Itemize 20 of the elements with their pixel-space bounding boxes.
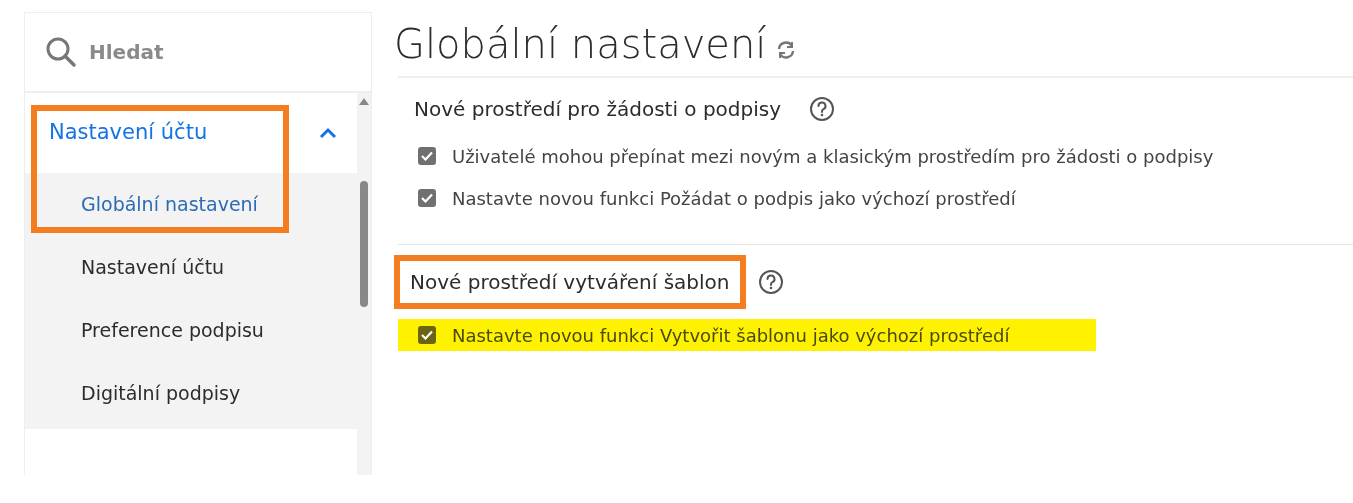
section-heading: Nové prostředí pro žádosti o podpisy — [413, 96, 783, 123]
section-heading: Nové prostředí vytváření šablon — [394, 255, 746, 309]
option-label: Uživatelé mohou přepínat mezi novým a klasickým prostředím pro žádosti o podpisy — [452, 144, 1214, 169]
scrollbar-thumb[interactable] — [360, 181, 368, 307]
search-icon — [45, 36, 77, 68]
nav-item[interactable]: Digitální podpisy — [25, 362, 357, 425]
page-title: Globální nastavení — [394, 24, 767, 64]
help-icon[interactable] — [757, 269, 784, 295]
nav-item[interactable]: Nastavení účtu — [25, 236, 357, 299]
scroll-up-icon[interactable] — [359, 97, 369, 105]
refresh-icon[interactable] — [776, 40, 797, 60]
checkbox[interactable] — [418, 189, 436, 207]
nav-item[interactable]: Preference podpisu — [25, 299, 357, 362]
checkbox[interactable] — [418, 326, 436, 344]
option-label: Nastavte novou funkci Vytvořit šablonu jako výchozí prostředí — [452, 323, 1010, 348]
help-icon[interactable] — [809, 96, 836, 122]
option-label: Nastavte novou funkci Požádat o podpis jako výchozí prostředí — [452, 186, 1016, 211]
checkbox[interactable] — [418, 147, 436, 165]
nav-item[interactable]: Globální nastavení — [25, 173, 357, 236]
search-field[interactable]: Hledat — [89, 37, 289, 67]
